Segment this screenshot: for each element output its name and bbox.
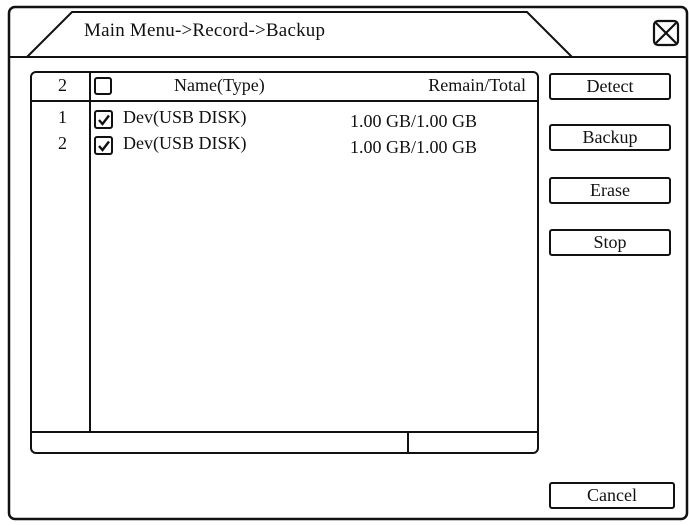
- cancel-button[interactable]: Cancel: [549, 482, 675, 509]
- checkmark-icon: [98, 114, 110, 126]
- row-index: 2: [58, 133, 67, 153]
- select-all-checkbox[interactable]: [94, 77, 112, 95]
- row-checkbox[interactable]: [94, 136, 113, 155]
- list-item[interactable]: 1 Dev(USB DISK) 1.00 GB/1.00 GB: [30, 107, 538, 133]
- device-capacity: 1.00 GB/1.00 GB: [350, 111, 478, 131]
- row-index: 1: [58, 107, 67, 127]
- row-checkbox[interactable]: [94, 110, 113, 129]
- name-type-header: Name(Type): [174, 75, 265, 95]
- device-capacity: 1.00 GB/1.00 GB: [350, 137, 478, 157]
- stop-button[interactable]: Stop: [549, 229, 671, 256]
- close-x-box-icon: [652, 19, 680, 47]
- device-list: 2 Name(Type) Remain/Total 1 Dev(USB DISK…: [30, 72, 538, 452]
- list-item[interactable]: 2 Dev(USB DISK) 1.00 GB/1.00 GB: [30, 133, 538, 159]
- device-count-header: 2: [58, 75, 67, 95]
- backup-button[interactable]: Backup: [549, 124, 671, 151]
- close-button[interactable]: [652, 19, 680, 47]
- erase-button[interactable]: Erase: [549, 177, 671, 204]
- device-name: Dev(USB DISK): [123, 133, 247, 153]
- device-name: Dev(USB DISK): [123, 107, 247, 127]
- checkmark-icon: [98, 140, 110, 152]
- detect-button[interactable]: Detect: [549, 73, 671, 100]
- remain-total-header: Remain/Total: [428, 75, 526, 95]
- page-title: Main Menu->Record->Backup: [84, 20, 326, 41]
